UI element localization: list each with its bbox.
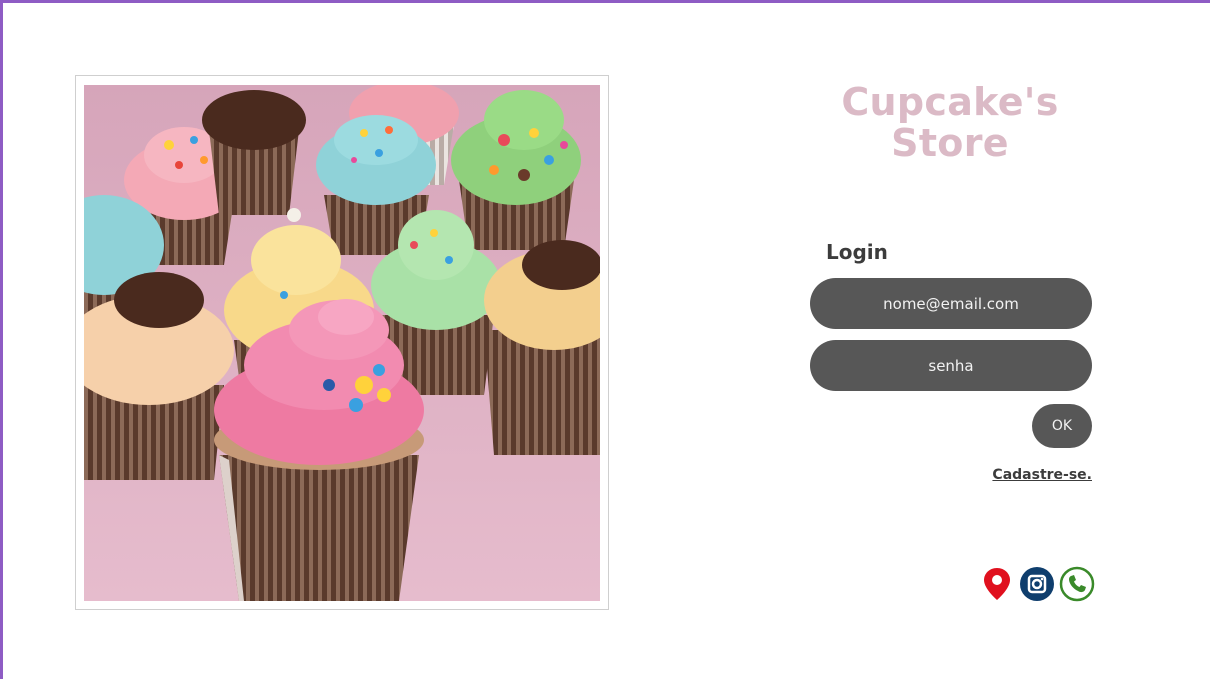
email-input[interactable] [810, 278, 1092, 329]
cupcakes-photo-frame [75, 75, 609, 610]
store-title-line1: Cupcake's [841, 80, 1059, 124]
store-title: Cupcake's Store [800, 80, 1100, 166]
phone-icon[interactable] [1059, 566, 1095, 602]
store-title-line2: Store [891, 121, 1009, 166]
cupcakes-photo [84, 85, 600, 601]
signup-link[interactable]: Cadastre-se. [966, 467, 1092, 483]
social-icons [979, 566, 1095, 602]
login-heading: Login [826, 240, 888, 264]
cupcake-back-center-chocolate [202, 90, 306, 215]
ok-button[interactable]: OK [1032, 404, 1092, 448]
instagram-icon[interactable] [1019, 566, 1055, 602]
location-pin-icon[interactable] [979, 566, 1015, 602]
cupcake-mid-right-cream [484, 240, 600, 455]
password-input[interactable] [810, 340, 1092, 391]
